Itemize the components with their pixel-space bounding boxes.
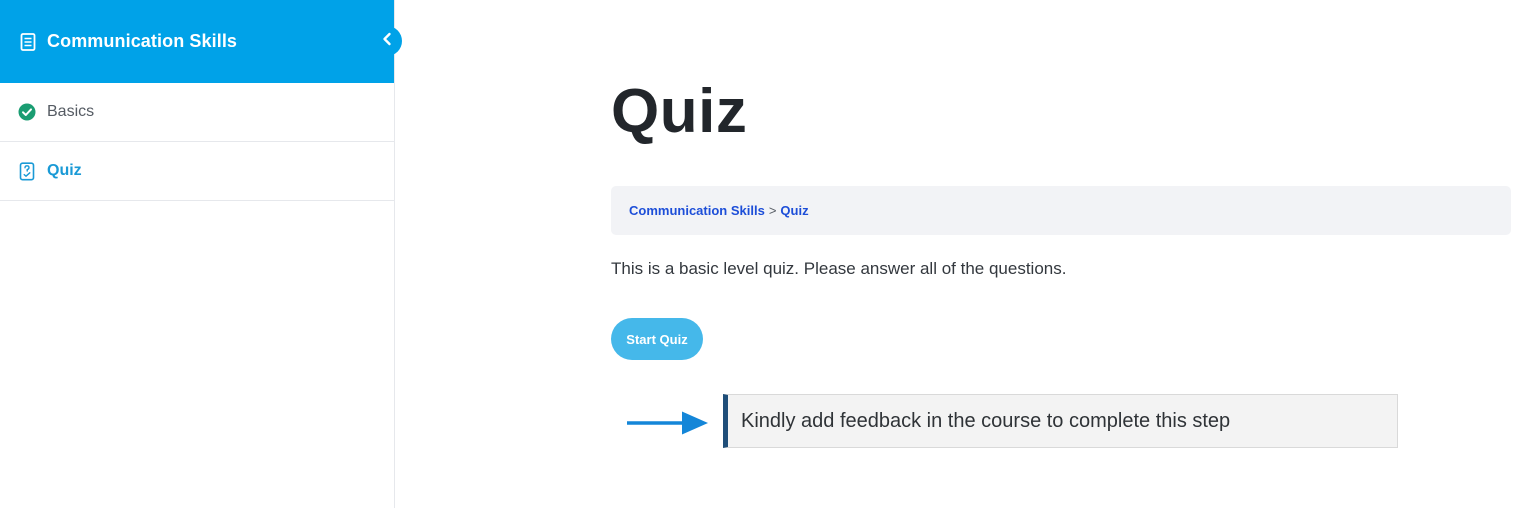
start-quiz-button[interactable]: Start Quiz [611,318,703,360]
document-icon [20,32,36,51]
sidebar-item-label: Quiz [47,162,82,179]
quiz-description: This is a basic level quiz. Please answe… [611,259,1067,278]
course-sidebar: Communication Skills Basics Quiz [0,0,402,508]
page-title: Quiz [611,77,748,146]
chevron-left-icon [381,32,393,51]
breadcrumb-separator: > [768,203,777,218]
breadcrumb-current-link[interactable]: Quiz [780,203,808,218]
lesson-list: Basics Quiz [0,83,394,201]
breadcrumb: Communication Skills > Quiz [611,186,1511,235]
quiz-icon [18,161,36,181]
arrow-right-icon [626,410,710,441]
course-title[interactable]: Communication Skills [47,31,237,52]
breadcrumb-course-link[interactable]: Communication Skills [629,203,765,218]
collapse-sidebar-button[interactable] [372,26,402,56]
sidebar-item-basics[interactable]: Basics [0,83,394,142]
check-circle-icon [18,103,36,121]
sidebar-item-quiz[interactable]: Quiz [0,142,394,201]
feedback-notice-text: Kindly add feedback in the course to com… [741,409,1231,432]
sidebar-item-label: Basics [47,103,95,120]
feedback-notice: Kindly add feedback in the course to com… [723,394,1398,448]
sidebar-header: Communication Skills [0,0,394,83]
